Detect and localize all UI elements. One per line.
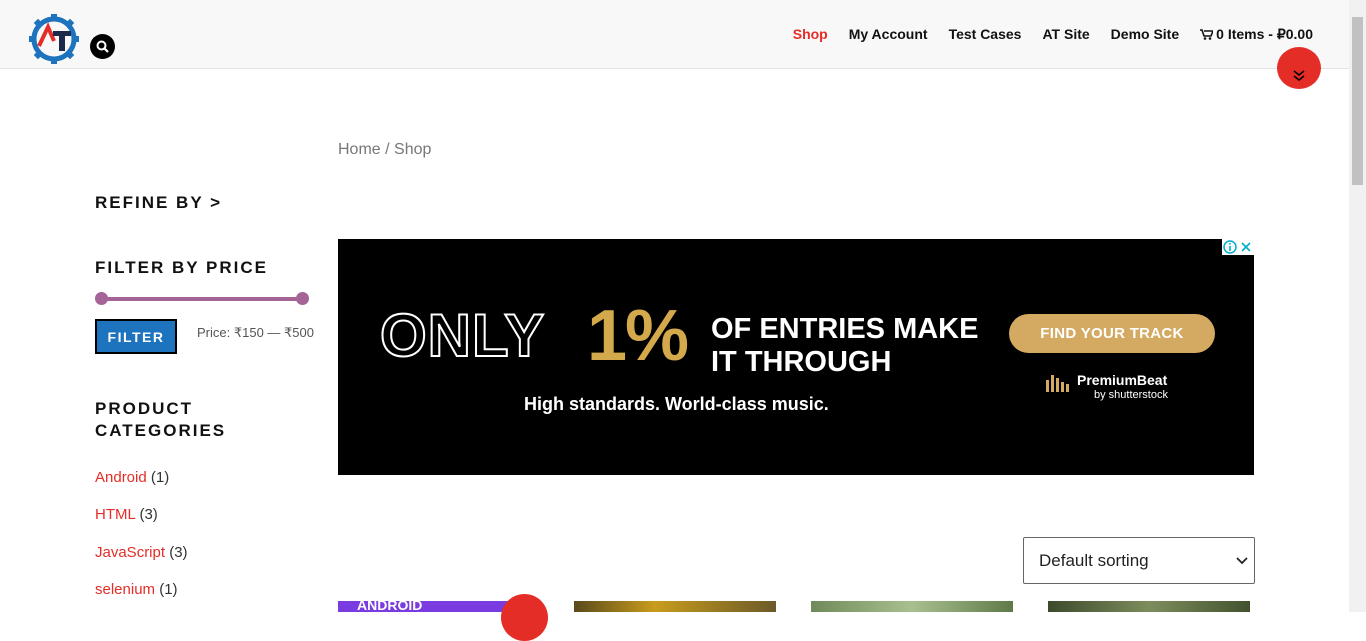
category-count: (3) xyxy=(139,506,158,523)
category-count: (1) xyxy=(159,581,178,598)
breadcrumb-current: Shop xyxy=(394,141,432,158)
category-link-html[interactable]: HTML xyxy=(95,506,135,523)
breadcrumb: Home / Shop xyxy=(338,141,431,159)
category-link-javascript[interactable]: JavaScript xyxy=(95,544,165,561)
ad-close-icon[interactable] xyxy=(1238,239,1254,255)
category-link-android[interactable]: Android xyxy=(95,469,147,486)
chevron-double-down-icon xyxy=(1293,70,1305,82)
premiumbeat-logo-icon xyxy=(1046,375,1069,392)
ad-entries-line2: IT THROUGH xyxy=(711,346,892,378)
breadcrumb-separator: / xyxy=(380,141,395,158)
price-slider-track[interactable] xyxy=(101,297,302,301)
nav-test-cases[interactable]: Test Cases xyxy=(949,26,1022,43)
category-item: HTML (3) xyxy=(95,506,158,523)
nav-cart[interactable]: 0 Items - ₽0.00 xyxy=(1200,26,1313,43)
ad-brand-sub: by shutterstock xyxy=(1094,389,1168,401)
site-logo[interactable] xyxy=(28,13,80,65)
category-item: JavaScript (3) xyxy=(95,544,188,561)
cart-icon xyxy=(1200,29,1214,40)
product-thumbnail[interactable] xyxy=(574,601,776,612)
product-thumbnail[interactable] xyxy=(1048,601,1250,612)
price-range-label: Price: ₹150 — ₹500 xyxy=(197,325,314,340)
ad-info-icon[interactable] xyxy=(1222,239,1238,255)
scroll-down-button[interactable] xyxy=(1277,47,1321,89)
ad-tagline: High standards. World-class music. xyxy=(524,394,829,414)
chevron-down-icon xyxy=(1236,557,1248,565)
price-slider-min-handle[interactable] xyxy=(95,292,108,305)
product-thumbnail[interactable] xyxy=(811,601,1013,612)
ad-only-text: ONLY xyxy=(379,301,546,370)
filter-button[interactable]: FILTER xyxy=(95,319,177,354)
refine-heading: REFINE BY > xyxy=(95,193,223,212)
price-slider-max-handle[interactable] xyxy=(296,292,309,305)
breadcrumb-home[interactable]: Home xyxy=(338,141,381,158)
search-icon xyxy=(96,40,109,53)
ad-brand-name: PremiumBeat xyxy=(1077,372,1168,388)
categories-heading-line2: CATEGORIES xyxy=(95,421,227,440)
category-count: (3) xyxy=(169,544,188,561)
page-scrollbar[interactable] xyxy=(1349,0,1366,612)
ad-percent-text: 1% xyxy=(587,296,689,376)
category-item: selenium (1) xyxy=(95,581,178,598)
sorting-select[interactable]: Default sorting xyxy=(1023,537,1255,584)
category-count: (1) xyxy=(150,469,170,486)
ad-entries-line1: OF ENTRIES MAKE xyxy=(711,313,979,345)
filter-price-heading: FILTER BY PRICE xyxy=(95,258,268,277)
nav-my-account[interactable]: My Account xyxy=(849,26,928,43)
main-nav: Shop My Account Test Cases AT Site Demo … xyxy=(772,26,1313,43)
categories-heading-line1: PRODUCT xyxy=(95,399,194,418)
nav-demo-site[interactable]: Demo Site xyxy=(1111,26,1179,43)
product-thumbnail-label: ANDROID xyxy=(357,601,423,612)
category-link-selenium[interactable]: selenium xyxy=(95,581,155,598)
ad-find-track-button[interactable]: FIND YOUR TRACK xyxy=(1009,314,1215,353)
category-item: Android (1) xyxy=(95,469,169,486)
site-header: Shop My Account Test Cases AT Site Demo … xyxy=(0,0,1349,69)
sale-badge xyxy=(501,594,548,641)
ad-controls xyxy=(1222,239,1254,255)
sorting-selected: Default sorting xyxy=(1039,550,1149,570)
nav-shop[interactable]: Shop xyxy=(793,26,828,43)
ad-entries-text: OF ENTRIES MAKE IT THROUGH xyxy=(711,313,978,379)
scrollbar-thumb[interactable] xyxy=(1352,17,1363,185)
nav-at-site[interactable]: AT Site xyxy=(1042,26,1089,43)
cart-label: 0 Items - ₽0.00 xyxy=(1216,26,1313,42)
categories-heading: PRODUCT CATEGORIES xyxy=(95,398,226,442)
advertisement-banner[interactable]: ONLY 1% OF ENTRIES MAKE IT THROUGH High … xyxy=(338,239,1254,475)
ad-brand: PremiumBeat by shutterstock xyxy=(1046,372,1168,401)
search-button[interactable] xyxy=(90,34,115,59)
